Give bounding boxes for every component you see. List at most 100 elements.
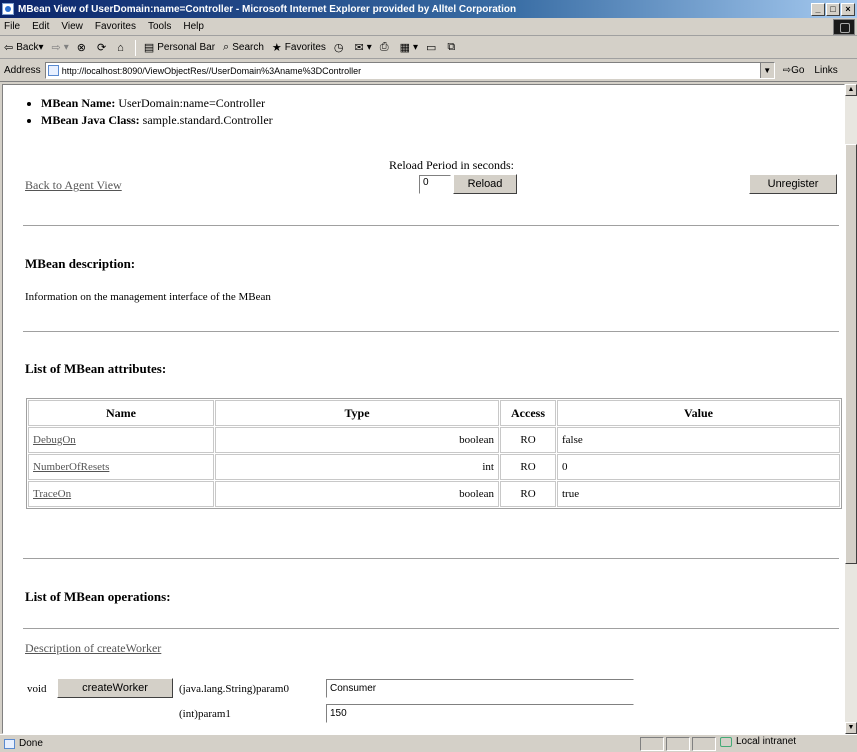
toolbar-separator xyxy=(134,39,136,56)
mbean-class-value: sample.standard.Controller xyxy=(142,113,273,127)
edit-button[interactable]: ▦ ▾ xyxy=(400,41,418,54)
personal-bar-button[interactable]: ▤ Personal Bar xyxy=(144,41,215,54)
local-intranet-icon xyxy=(720,736,732,747)
column-header-access: Access xyxy=(500,400,556,426)
param0-input[interactable]: Consumer xyxy=(326,679,634,698)
page-viewport: MBean Name: UserDomain:name=Controller M… xyxy=(2,84,845,734)
back-button[interactable]: ⇦ Back ▾ xyxy=(4,41,43,54)
attribute-access: RO xyxy=(500,481,556,507)
attribute-name-link[interactable]: NumberOfResets xyxy=(33,461,109,473)
address-dropdown-icon[interactable]: ▼ xyxy=(759,63,774,78)
minimize-button[interactable]: _ xyxy=(811,2,825,16)
menu-help[interactable]: Help xyxy=(183,21,204,32)
divider xyxy=(23,331,839,333)
forward-button[interactable]: ⇨ ▾ xyxy=(51,41,68,54)
reload-button[interactable]: Reload xyxy=(453,174,517,194)
history-icon: ◷ xyxy=(333,42,344,54)
home-button[interactable]: ⌂ xyxy=(117,42,127,54)
operations-heading: List of MBean operations: xyxy=(25,589,171,604)
messenger-icon: ⧉ xyxy=(447,41,456,53)
discuss-button[interactable]: ▭ xyxy=(426,41,439,54)
standard-toolbar: ⇦ Back ▾ ⇨ ▾ ⊗ ⟳ ⌂ ▤ Personal Bar ⌕ Search … xyxy=(0,37,857,59)
table-row: DebugOn boolean RO false xyxy=(28,427,840,453)
attribute-value: false xyxy=(557,427,840,453)
menu-file[interactable]: File xyxy=(4,21,20,32)
forward-arrow-icon: ⇨ xyxy=(51,42,61,54)
window-titlebar: MBean View of UserDomain:name=Controller… xyxy=(0,0,857,18)
print-button[interactable]: ⎙ xyxy=(380,41,392,54)
stop-button[interactable]: ⊗ xyxy=(77,41,89,54)
reload-period-label: Reload Period in seconds: xyxy=(389,158,514,172)
window-title: MBean View of UserDomain:name=Controller… xyxy=(18,3,517,15)
param1-label: (int)param1 xyxy=(179,708,231,720)
divider xyxy=(23,628,839,630)
close-button[interactable]: × xyxy=(841,2,855,16)
attribute-name-link[interactable]: DebugOn xyxy=(33,434,76,446)
status-pane xyxy=(692,737,716,751)
page-done-icon xyxy=(4,738,15,749)
refresh-button[interactable]: ⟳ xyxy=(97,41,109,54)
security-zone: Local intranet xyxy=(720,736,796,747)
unregister-button[interactable]: Unregister xyxy=(749,174,837,194)
attribute-type: boolean xyxy=(215,481,499,507)
page-icon xyxy=(47,65,59,76)
mbean-class-item: MBean Java Class: sample.standard.Contro… xyxy=(41,112,273,129)
search-button[interactable]: ⌕ Search xyxy=(223,41,264,54)
reload-period-input[interactable]: 0 xyxy=(419,175,451,194)
mbean-info-list: MBean Name: UserDomain:name=Controller M… xyxy=(25,95,273,129)
attribute-type: int xyxy=(215,454,499,480)
table-header-row: Name Type Access Value xyxy=(28,400,840,426)
back-arrow-icon: ⇦ xyxy=(4,42,14,54)
operation-description-link[interactable]: Description of createWorker xyxy=(25,641,161,656)
favorites-button[interactable]: ★ Favorites xyxy=(272,41,326,54)
attribute-access: RO xyxy=(500,427,556,453)
mbean-name-item: MBean Name: UserDomain:name=Controller xyxy=(41,95,273,112)
menu-edit[interactable]: Edit xyxy=(32,21,49,32)
column-header-name: Name xyxy=(28,400,214,426)
links-button[interactable]: Links xyxy=(814,65,837,76)
attributes-heading: List of MBean attributes: xyxy=(25,361,167,376)
status-bar: Done Local intranet xyxy=(0,734,857,752)
vertical-scrollbar[interactable]: ▲ ▼ xyxy=(845,84,857,734)
operation-return-type: void xyxy=(27,683,47,695)
scroll-down-icon[interactable]: ▼ xyxy=(845,722,857,734)
history-button[interactable]: ◷ xyxy=(334,41,347,54)
menu-favorites[interactable]: Favorites xyxy=(95,21,136,32)
personal-bar-icon: ▤ xyxy=(143,42,155,54)
scrollbar-thumb[interactable] xyxy=(845,144,857,564)
discuss-icon: ▭ xyxy=(426,42,437,54)
zone-text: Local intranet xyxy=(736,736,797,747)
window-controls: _ □ × xyxy=(811,2,855,16)
windows-logo-icon xyxy=(833,19,855,35)
attribute-name-link[interactable]: TraceOn xyxy=(33,488,71,500)
status-panes xyxy=(640,737,718,751)
mbean-description-heading: MBean description: xyxy=(25,256,136,271)
menu-view[interactable]: View xyxy=(61,21,83,32)
create-worker-button[interactable]: createWorker xyxy=(57,678,173,698)
refresh-icon: ⟳ xyxy=(96,42,107,54)
scroll-up-icon[interactable]: ▲ xyxy=(845,84,857,96)
go-button[interactable]: ⇨Go xyxy=(783,65,805,76)
favorites-folder-icon: ★ xyxy=(271,42,282,54)
table-row: TraceOn boolean RO true xyxy=(28,481,840,507)
param1-input[interactable]: 150 xyxy=(326,704,634,723)
maximize-button[interactable]: □ xyxy=(826,2,840,16)
go-arrow-icon: ⇨ xyxy=(782,65,792,76)
stop-icon: ⊗ xyxy=(76,42,86,54)
mail-button[interactable]: ✉ ▾ xyxy=(355,41,372,54)
search-icon: ⌕ xyxy=(223,41,230,53)
mail-icon: ✉ xyxy=(354,42,364,54)
address-input[interactable]: http://localhost:8090/ViewObjectRes//Use… xyxy=(44,62,775,79)
param0-label: (java.lang.String)param0 xyxy=(179,683,289,695)
divider xyxy=(23,558,839,560)
menu-bar: File Edit View Favorites Tools Help xyxy=(0,18,857,36)
attribute-access: RO xyxy=(500,454,556,480)
back-to-agent-view-link[interactable]: Back to Agent View xyxy=(25,178,122,193)
print-icon: ⎙ xyxy=(379,41,389,53)
messenger-button[interactable]: ⧉ xyxy=(447,41,458,54)
menu-tools[interactable]: Tools xyxy=(148,21,171,32)
table-row: NumberOfResets int RO 0 xyxy=(28,454,840,480)
attribute-value: true xyxy=(557,481,840,507)
ie-icon xyxy=(2,3,14,15)
mbean-description-text: Information on the management interface … xyxy=(25,291,271,303)
